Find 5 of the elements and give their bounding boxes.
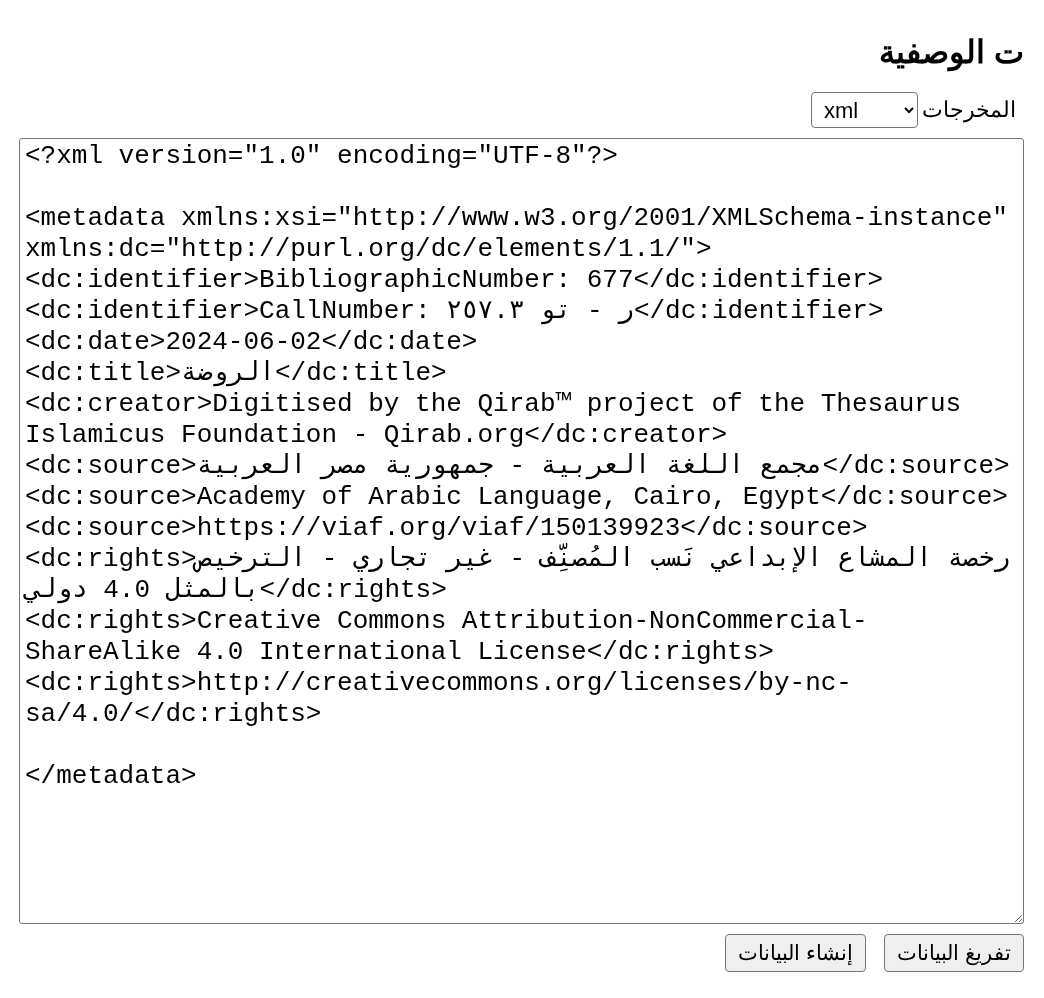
output-label: المخرجات bbox=[922, 97, 1016, 123]
action-button[interactable]: إنشاء البيانات bbox=[725, 934, 867, 972]
page-heading: ت الوصفية bbox=[878, 33, 1024, 72]
output-format-select[interactable]: xml bbox=[811, 92, 918, 128]
action-button[interactable]: تفريغ البيانات bbox=[884, 934, 1024, 972]
